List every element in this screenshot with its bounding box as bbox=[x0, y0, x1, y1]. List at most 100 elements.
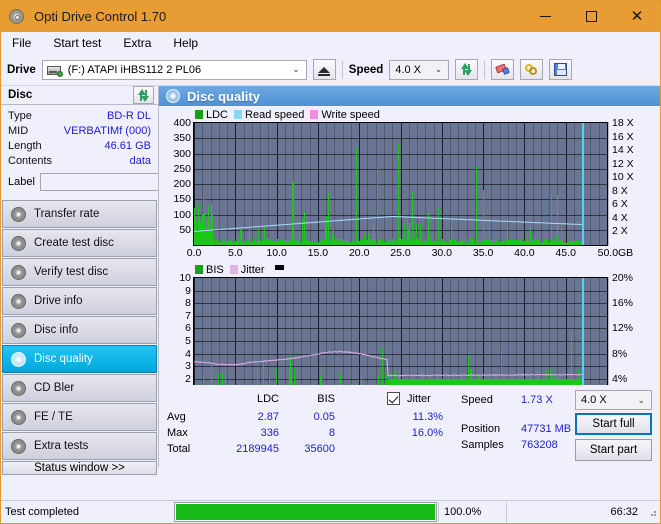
refresh-disc-button[interactable] bbox=[133, 86, 154, 104]
sidebar-item-create-test-disc[interactable]: Create test disc bbox=[2, 229, 157, 257]
top-chart-y-axis-right: 18 X 16 X 14 X 12 X 10 X8 X6 X4 X2 X bbox=[608, 117, 660, 246]
sidebar-item-drive-info[interactable]: Drive info bbox=[2, 287, 157, 315]
sidebar-item-label: FE / TE bbox=[34, 411, 73, 423]
speed-select-value: 4.0 X bbox=[395, 63, 421, 76]
status-window-button[interactable]: Status window >> bbox=[2, 461, 157, 475]
erase-button[interactable] bbox=[491, 59, 515, 80]
y-tick-label: 6 bbox=[185, 322, 191, 335]
y2-tick-label: 16% bbox=[612, 297, 634, 310]
y-tick-label: 50 bbox=[179, 223, 191, 236]
sidebar-item-fe-te[interactable]: FE / TE bbox=[2, 403, 157, 431]
minimize-button[interactable] bbox=[522, 1, 568, 32]
start-part-button[interactable]: Start part bbox=[575, 439, 652, 461]
page-title: Disc quality bbox=[187, 88, 260, 104]
right-panel: Disc quality LDC Read speed Write speed … bbox=[158, 86, 660, 467]
x-tick-label: 10.0 bbox=[266, 247, 287, 259]
disc-quality-icon bbox=[166, 89, 180, 103]
y-tick-label: 2 bbox=[185, 372, 191, 385]
y2-tick-label: 4% bbox=[612, 372, 628, 385]
drive-select-value: (F:) ATAPI iHBS112 2 PL06 bbox=[67, 63, 202, 76]
top-chart-y-axis-left: 400 350 300 250 200 150 100 50 bbox=[159, 117, 193, 246]
eject-button[interactable] bbox=[312, 59, 336, 80]
disc-field-mid-label: MID bbox=[8, 125, 29, 137]
sidebar-item-disc-quality[interactable]: Disc quality bbox=[2, 345, 157, 373]
y-tick-label: 250 bbox=[173, 162, 191, 175]
sidebar-item-cd-bler[interactable]: CD Bler bbox=[2, 374, 157, 402]
sidebar-item-disc-info[interactable]: Disc info bbox=[2, 316, 157, 344]
refresh-button[interactable] bbox=[455, 59, 479, 80]
stats-col-ldc: LDC bbox=[256, 393, 279, 405]
top-chart-plot[interactable] bbox=[193, 122, 608, 246]
y2-tick-label: 16 X bbox=[612, 130, 634, 143]
eject-icon bbox=[318, 66, 331, 76]
speed-label: Speed bbox=[348, 63, 384, 76]
start-full-button[interactable]: Start full bbox=[575, 413, 652, 435]
scroll-marker bbox=[274, 264, 284, 270]
toolbar-divider-1 bbox=[341, 60, 343, 79]
y-tick-label: 4 bbox=[185, 347, 191, 360]
disc-icon bbox=[11, 322, 26, 338]
nav-list: Transfer rate Create test disc Verify te… bbox=[1, 200, 158, 461]
disc-section-header: Disc bbox=[1, 86, 158, 105]
menu-item-file[interactable]: File bbox=[10, 34, 42, 52]
jitter-checkbox[interactable] bbox=[387, 392, 400, 405]
stats-row-avg-label: Avg bbox=[167, 411, 186, 423]
position-stat-value: 47731 MB bbox=[521, 423, 572, 435]
disc-field-length: Length 46.61 GB bbox=[8, 139, 151, 154]
disc-label-label: Label bbox=[8, 176, 35, 188]
speed-select[interactable]: 4.0 X ⌄ bbox=[389, 59, 450, 80]
disc-field-mid: MID VERBATIMf (000) bbox=[8, 124, 151, 139]
left-panel: Disc Type BD-R DL MID VERBATIMf (000) Le… bbox=[1, 86, 244, 475]
disc-icon bbox=[11, 438, 26, 454]
stats-max-bis: 8 bbox=[328, 427, 335, 439]
y2-tick-label: 14 X bbox=[612, 144, 634, 157]
y2-tick-label: 18 X bbox=[612, 117, 634, 129]
y-tick-label: 10 bbox=[179, 272, 191, 284]
eraser-icon bbox=[494, 63, 510, 75]
sidebar-item-label: CD Bler bbox=[34, 382, 75, 394]
menu-item-help[interactable]: Help bbox=[171, 34, 209, 52]
chain-icon bbox=[524, 63, 539, 76]
refresh-icon bbox=[460, 63, 473, 76]
y-tick-label: 3 bbox=[185, 360, 191, 373]
menu-item-extra[interactable]: Extra bbox=[121, 34, 162, 52]
drive-select[interactable]: (F:) ATAPI iHBS112 2 PL06 ⌄ bbox=[41, 59, 307, 80]
resize-grip-icon[interactable] bbox=[646, 506, 658, 518]
test-speed-value: 4.0 X bbox=[581, 394, 607, 406]
y-tick-label: 100 bbox=[173, 208, 191, 221]
floppy-save-icon bbox=[554, 63, 568, 76]
x-axis-unit-label: GB bbox=[618, 247, 634, 259]
sidebar-item-transfer-rate[interactable]: Transfer rate bbox=[2, 200, 157, 228]
y2-tick-label: 10 X bbox=[612, 171, 634, 184]
save-button[interactable] bbox=[549, 59, 573, 80]
window-controls: ✕ bbox=[522, 1, 660, 32]
menu-item-start-test[interactable]: Start test bbox=[51, 34, 112, 52]
disc-icon bbox=[11, 351, 26, 367]
y-tick-label: 8 bbox=[185, 297, 191, 310]
sidebar-item-verify-test-disc[interactable]: Verify test disc bbox=[2, 258, 157, 286]
close-button[interactable]: ✕ bbox=[614, 1, 660, 32]
maximize-button[interactable] bbox=[568, 1, 614, 32]
disc-field-type: Type BD-R DL bbox=[8, 109, 151, 124]
y-tick-label: 300 bbox=[173, 147, 191, 160]
stats-avg-ldc: 2.87 bbox=[257, 411, 279, 423]
title-bar: Opti Drive Control 1.70 ✕ bbox=[1, 1, 660, 32]
samples-stat-value: 763208 bbox=[521, 439, 558, 451]
legend-item-jitter: Jitter bbox=[229, 264, 265, 276]
top-chart-legend: LDC Read speed Write speed bbox=[159, 108, 660, 122]
legend-item-write-speed: Write speed bbox=[310, 109, 380, 121]
y2-tick-label: 6 X bbox=[612, 198, 628, 211]
sidebar-item-label: Transfer rate bbox=[34, 208, 100, 220]
y2-tick-label: 8% bbox=[612, 347, 628, 360]
disc-label-row: Label bbox=[8, 172, 244, 192]
x-tick-label: 35.0 bbox=[472, 247, 494, 259]
link-button[interactable] bbox=[520, 59, 544, 80]
speed-stat-value: 1.73 X bbox=[521, 394, 553, 406]
test-speed-select[interactable]: 4.0 X ⌄ bbox=[575, 390, 652, 410]
sidebar-item-label: Disc info bbox=[34, 324, 79, 336]
disc-icon bbox=[11, 264, 26, 280]
stats-row-max-label: Max bbox=[167, 427, 188, 439]
sidebar-item-extra-tests[interactable]: Extra tests bbox=[2, 432, 157, 460]
sidebar-item-label: Create test disc bbox=[34, 237, 114, 249]
sidebar-item-label: Disc quality bbox=[34, 353, 93, 365]
